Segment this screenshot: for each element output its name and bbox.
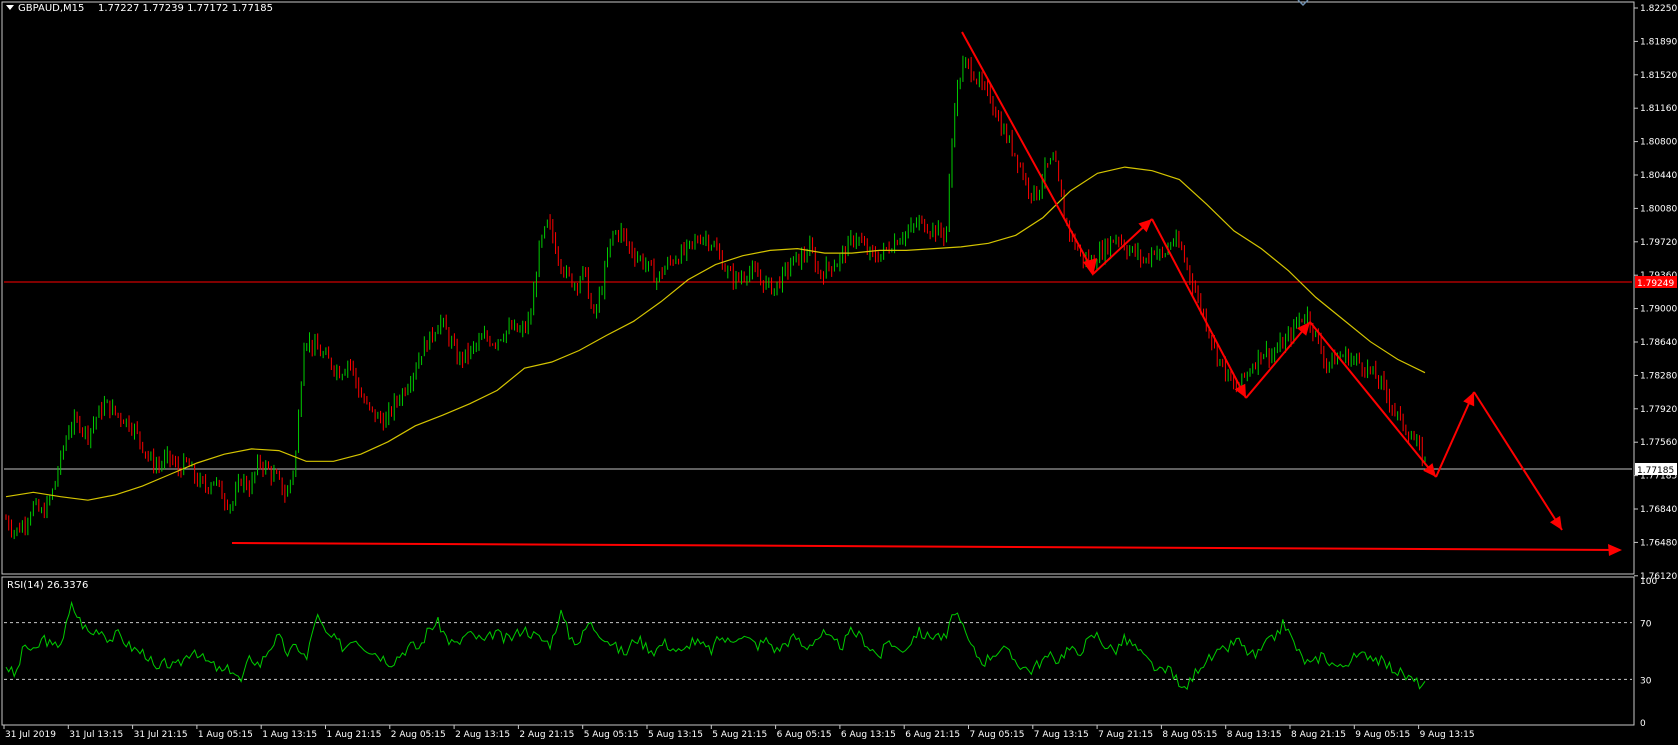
time-tick-label: 5 Aug 05:15 <box>584 730 639 740</box>
rsi-tick-label: 0 <box>1640 719 1646 729</box>
time-tick-label: 7 Aug 13:15 <box>1034 730 1089 740</box>
price-tick-label: 1.78640 <box>1640 338 1677 348</box>
price-tick-label: 1.79720 <box>1640 238 1677 248</box>
price-tick-label: 1.76480 <box>1640 538 1677 548</box>
level-price-tag-text: 1.79249 <box>1637 279 1674 289</box>
time-tick-label: 7 Aug 05:15 <box>970 730 1025 740</box>
time-tick-label: 6 Aug 13:15 <box>841 730 896 740</box>
time-tick-label: 8 Aug 21:15 <box>1291 730 1346 740</box>
time-tick-label: 6 Aug 05:15 <box>777 730 832 740</box>
level-price-tag: 1.79249 <box>1635 276 1677 289</box>
time-tick-label: 9 Aug 05:15 <box>1355 730 1410 740</box>
time-tick-label: 1 Aug 21:15 <box>327 730 382 740</box>
price-tick-label: 1.81160 <box>1640 104 1677 114</box>
rsi-tick-label: 70 <box>1640 620 1652 630</box>
price-tick-label: 1.81520 <box>1640 71 1677 81</box>
bid-price-tag-text: 1.77185 <box>1637 466 1674 476</box>
rsi-label: RSI(14) 26.3376 <box>7 580 88 591</box>
price-tick-label: 1.77920 <box>1640 405 1677 415</box>
symbol-title: GBPAUD,M15 <box>18 3 84 14</box>
price-tick-label: 1.76840 <box>1640 505 1677 515</box>
time-tick-label: 2 Aug 21:15 <box>519 730 574 740</box>
chart-background <box>0 0 1678 745</box>
trading-chart: GBPAUD,M15 1.77227 1.77239 1.77172 1.771… <box>0 0 1678 745</box>
time-tick-label: 31 Jul 21:15 <box>134 730 188 740</box>
price-tick-label: 1.77560 <box>1640 438 1677 448</box>
time-tick-label: 31 Jul 13:15 <box>69 730 123 740</box>
time-tick-label: 1 Aug 13:15 <box>262 730 317 740</box>
rsi-tick-label: 30 <box>1640 676 1652 686</box>
price-tick-label: 1.82250 <box>1640 4 1677 14</box>
time-tick-label: 2 Aug 05:15 <box>391 730 446 740</box>
time-tick-label: 9 Aug 13:15 <box>1420 730 1475 740</box>
time-tick-label: 7 Aug 21:15 <box>1098 730 1153 740</box>
price-tick-label: 1.80440 <box>1640 171 1677 181</box>
bid-price-tag: 1.77185 <box>1635 463 1677 476</box>
time-tick-label: 31 Jul 2019 <box>5 730 56 740</box>
time-tick-label: 1 Aug 05:15 <box>198 730 253 740</box>
price-tick-label: 1.81890 <box>1640 37 1677 47</box>
price-tick-label: 1.80800 <box>1640 138 1677 148</box>
time-tick-label: 8 Aug 13:15 <box>1227 730 1282 740</box>
price-tick-label: 1.80080 <box>1640 204 1677 214</box>
time-tick-label: 8 Aug 05:15 <box>1162 730 1217 740</box>
time-tick-label: 5 Aug 21:15 <box>712 730 767 740</box>
price-tick-label: 1.79000 <box>1640 305 1677 315</box>
time-tick-label: 5 Aug 13:15 <box>648 730 703 740</box>
time-tick-label: 6 Aug 21:15 <box>905 730 960 740</box>
rsi-tick-label: 100 <box>1640 577 1657 587</box>
time-tick-label: 2 Aug 13:15 <box>455 730 510 740</box>
ohlc-readout: 1.77227 1.77239 1.77172 1.77185 <box>98 3 273 14</box>
price-tick-label: 1.78280 <box>1640 371 1677 381</box>
